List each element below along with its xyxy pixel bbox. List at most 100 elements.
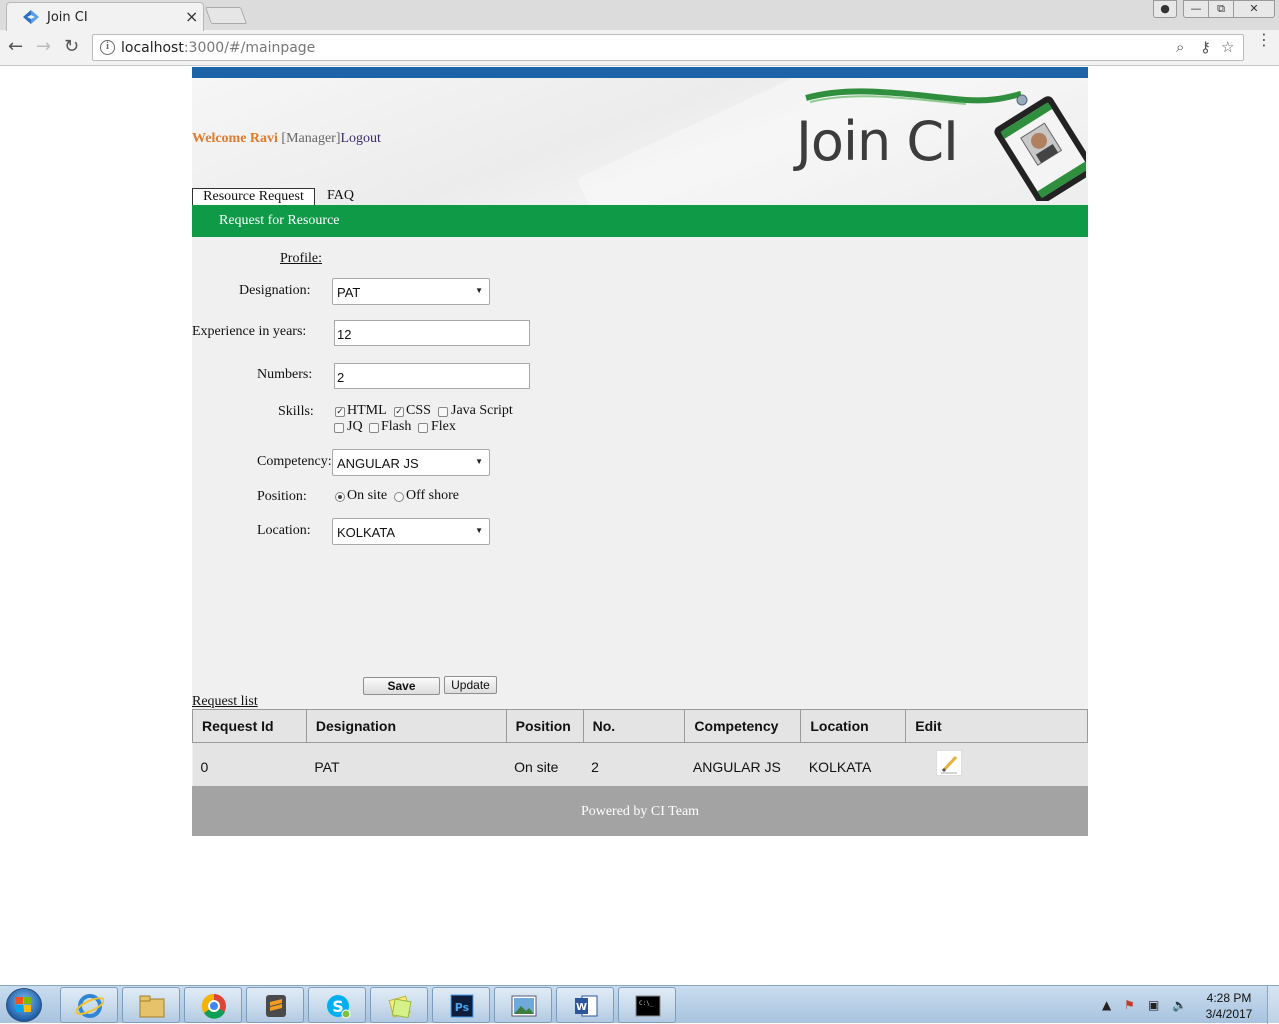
photoshop-icon: Ps xyxy=(450,994,474,1018)
show-hidden-icons[interactable]: ▲ xyxy=(1102,998,1111,1012)
sublime-text-icon xyxy=(266,995,286,1017)
internet-explorer-icon xyxy=(76,994,104,1018)
numbers-value: 2 xyxy=(337,370,345,385)
dropdown-arrow-icon: ▼ xyxy=(475,286,483,295)
reload-icon[interactable]: ↻ xyxy=(64,36,79,57)
menu-icon[interactable]: ⋮ xyxy=(1256,32,1272,48)
edit-cell xyxy=(905,742,1088,786)
competency-label: Competency: xyxy=(257,454,332,469)
experience-label: Experience in years: xyxy=(192,324,307,339)
skill-flash-checkbox[interactable] xyxy=(369,423,379,433)
profile-icon[interactable]: ● xyxy=(1153,0,1177,18)
taskbar-command-prompt[interactable]: C:\_ xyxy=(618,987,676,1023)
command-prompt-icon: C:\_ xyxy=(635,995,661,1017)
column-header: No. xyxy=(582,709,686,743)
numbers-input[interactable]: 2 xyxy=(334,363,530,389)
windows-logo-icon xyxy=(16,997,31,1012)
zoom-icon[interactable]: ⌕ xyxy=(1176,38,1184,56)
location-label: Location: xyxy=(257,523,311,538)
edit-pencil-icon[interactable] xyxy=(935,750,962,777)
skill-flash-label: Flash xyxy=(381,419,412,434)
table-header-row: Request Id Designation Position No. Comp… xyxy=(192,709,1088,743)
table-cell: On site xyxy=(506,742,584,786)
table-row: 0 PAT On site 2 ANGULAR JS KOLKATA xyxy=(192,742,1088,786)
close-window-button[interactable]: ✕ xyxy=(1233,0,1275,18)
competency-value: ANGULAR JS xyxy=(337,456,419,471)
column-header: Competency xyxy=(684,709,802,743)
clock-date: 3/4/2017 xyxy=(1205,1007,1253,1021)
taskbar-sticky-notes[interactable] xyxy=(370,987,428,1023)
clock-time: 4:28 PM xyxy=(1206,991,1252,1005)
skill-html-label: HTML xyxy=(347,403,387,418)
tab-resource-request[interactable]: Resource Request xyxy=(192,188,315,206)
skill-javascript-checkbox[interactable] xyxy=(438,407,448,417)
designation-select[interactable]: PAT ▼ xyxy=(332,278,490,305)
position-onsite-radio[interactable] xyxy=(335,492,345,502)
skill-css-checkbox[interactable]: ✓ xyxy=(394,407,404,417)
back-arrow-icon[interactable]: ← xyxy=(8,36,23,57)
skill-html-checkbox[interactable]: ✓ xyxy=(335,407,345,417)
restore-button[interactable]: ⧉ xyxy=(1208,0,1234,18)
url-path: :3000/#/mainpage xyxy=(183,40,316,56)
taskbar-sublime-text[interactable] xyxy=(246,987,304,1023)
experience-value: 12 xyxy=(337,327,352,342)
skill-flex-checkbox[interactable] xyxy=(418,423,428,433)
experience-input[interactable]: 12 xyxy=(334,320,530,346)
taskbar-chrome[interactable] xyxy=(184,987,242,1023)
taskbar-photoshop[interactable]: Ps xyxy=(432,987,490,1023)
taskbar-file-explorer[interactable] xyxy=(122,987,180,1023)
skill-css-label: CSS xyxy=(406,403,431,418)
location-value: KOLKATA xyxy=(337,525,396,540)
save-button[interactable]: Save xyxy=(363,677,440,695)
tab-close-icon[interactable]: × xyxy=(185,7,198,26)
volume-icon[interactable]: 🔈 xyxy=(1172,998,1187,1012)
show-desktop-button[interactable] xyxy=(1267,986,1279,1024)
action-center-icon[interactable]: ⚑ xyxy=(1124,998,1135,1012)
tab-strip: Join CI × ● — ⧉ ✕ xyxy=(0,0,1279,31)
svg-text:W: W xyxy=(576,1002,587,1013)
browser-tab[interactable]: Join CI × xyxy=(6,2,204,31)
taskbar-internet-explorer[interactable] xyxy=(60,987,118,1023)
location-select[interactable]: KOLKATA ▼ xyxy=(332,518,490,545)
logout-link[interactable]: Logout xyxy=(341,131,381,146)
skill-javascript-label: Java Script xyxy=(451,403,513,418)
table-cell: KOLKATA xyxy=(800,742,906,786)
key-icon[interactable]: ⚷ xyxy=(1200,38,1211,56)
info-icon[interactable]: i xyxy=(100,40,115,55)
tab-title: Join CI xyxy=(47,10,88,25)
column-header: Request Id xyxy=(192,709,307,743)
position-offshore-radio[interactable] xyxy=(394,492,404,502)
file-explorer-icon xyxy=(139,995,165,1018)
network-icon[interactable]: ▣ xyxy=(1148,998,1159,1012)
skill-jq-label: JQ xyxy=(347,419,363,434)
table-cell: ANGULAR JS xyxy=(684,742,801,786)
new-tab-button[interactable] xyxy=(204,7,248,24)
minimize-button[interactable]: — xyxy=(1183,0,1209,18)
welcome-line: Welcome Ravi [Manager]Logout xyxy=(192,131,381,147)
star-icon[interactable]: ☆ xyxy=(1221,38,1234,56)
skills-label: Skills: xyxy=(278,404,314,419)
skill-jq-checkbox[interactable] xyxy=(334,423,344,433)
competency-select[interactable]: ANGULAR JS ▼ xyxy=(332,449,490,476)
column-header: Designation xyxy=(305,709,507,743)
taskbar-photo-viewer[interactable] xyxy=(494,987,552,1023)
tab-faq[interactable]: FAQ xyxy=(327,188,354,206)
url-host: localhost xyxy=(121,40,184,56)
user-role: [Manager] xyxy=(277,131,341,146)
update-button[interactable]: Update xyxy=(444,676,497,694)
skype-icon: S xyxy=(327,995,351,1019)
sticky-notes-icon xyxy=(388,995,412,1019)
dropdown-arrow-icon: ▼ xyxy=(475,526,483,535)
forward-arrow-icon[interactable]: → xyxy=(36,36,51,57)
footer-text: Powered by CI Team xyxy=(580,804,700,819)
tray-clock[interactable]: 4:28 PM 3/4/2017 xyxy=(1200,990,1258,1022)
top-stripe xyxy=(192,67,1088,78)
numbers-label: Numbers: xyxy=(257,367,313,382)
address-bar[interactable]: i localhost:3000/#/mainpage ⌕ ⚷ ☆ xyxy=(92,34,1244,61)
taskbar-skype[interactable]: S xyxy=(308,987,366,1023)
start-button[interactable] xyxy=(6,988,42,1022)
position-label: Position: xyxy=(257,489,307,504)
taskbar-word[interactable]: W xyxy=(556,987,614,1023)
angular-favicon-icon xyxy=(23,10,39,24)
svg-text:C:\_: C:\_ xyxy=(639,1000,654,1007)
